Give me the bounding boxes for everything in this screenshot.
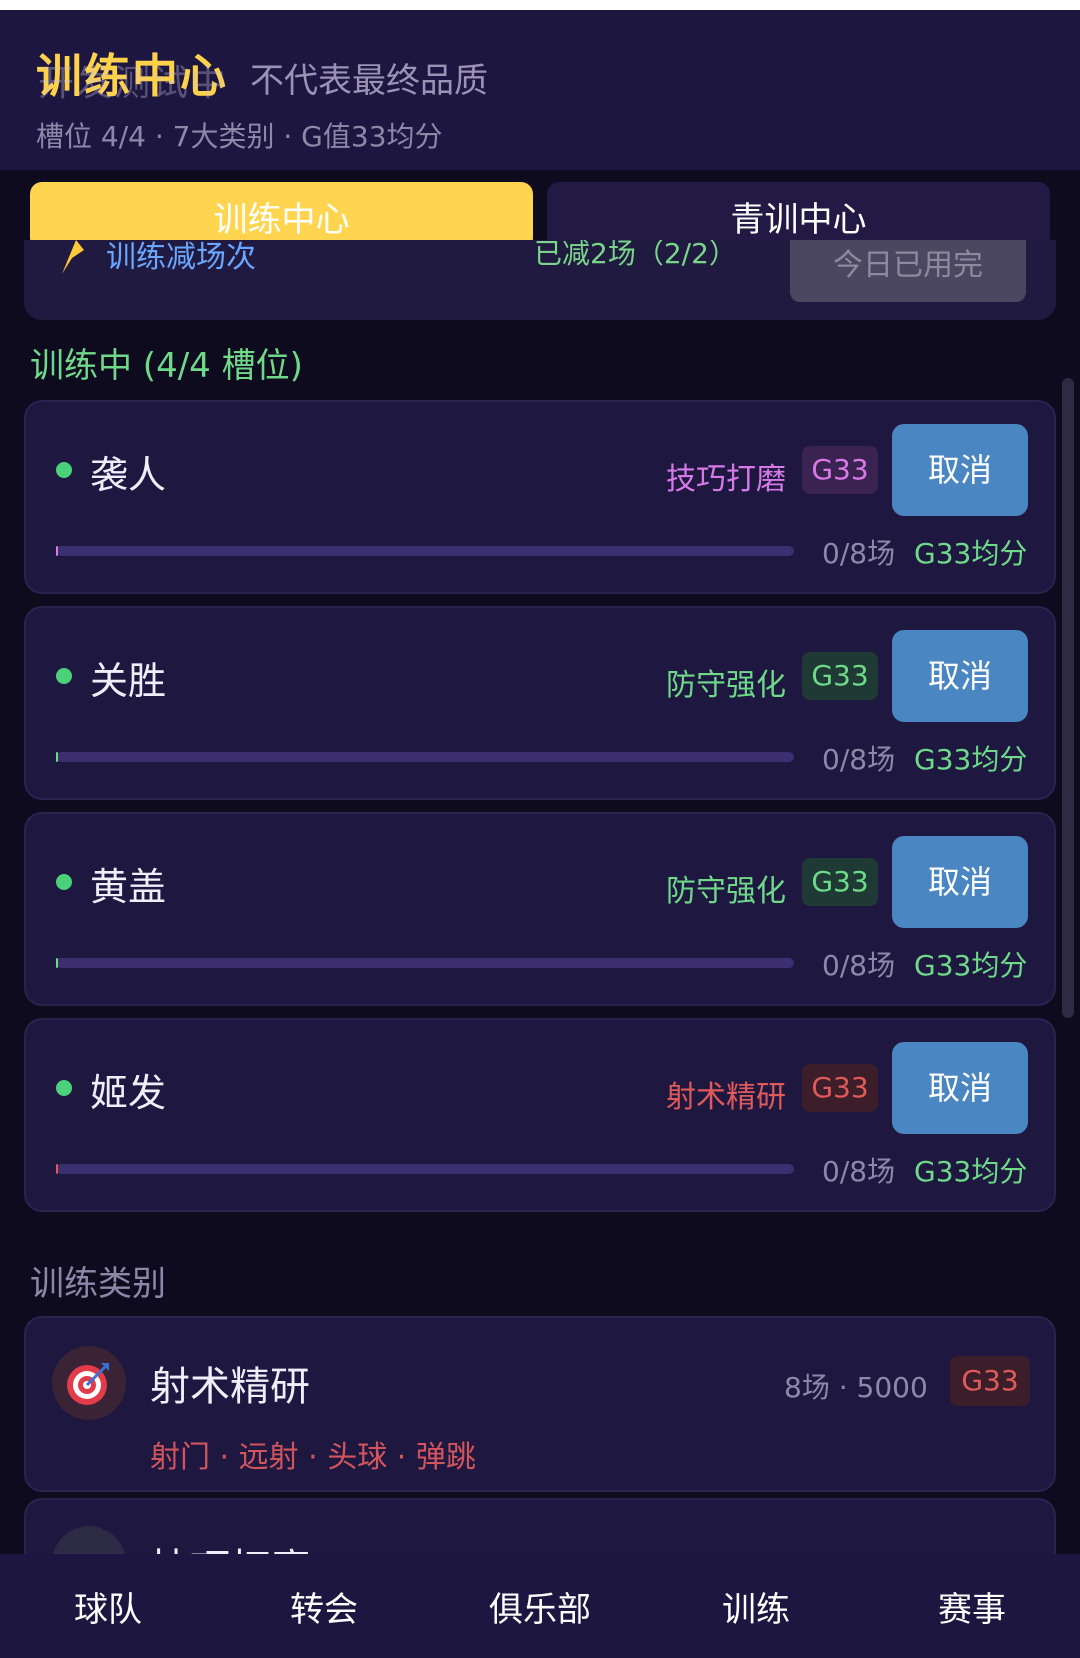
training-slot: 姬发 射术精研 G33 取消 0/8场 G33均分 xyxy=(24,1018,1056,1212)
progress-bar xyxy=(56,958,794,968)
active-dot xyxy=(56,1080,72,1096)
g-average: G33均分 xyxy=(914,537,1028,570)
cancel-button[interactable]: 取消 xyxy=(892,424,1028,516)
session-count: 0/8场 xyxy=(822,949,896,982)
player-name: 关胜 xyxy=(90,659,167,703)
dev-watermark: 开发测试中 xyxy=(38,63,229,104)
scrollbar[interactable] xyxy=(1062,378,1074,1018)
g-average: G33均分 xyxy=(914,949,1028,982)
lightning-icon xyxy=(62,240,84,274)
cancel-button[interactable]: 取消 xyxy=(892,630,1028,722)
category-name: 射术精研 xyxy=(150,1364,310,1410)
speedup-button[interactable]: 今日已用完 xyxy=(790,240,1026,302)
header-meta: 槽位 4/4 · 7大类别 · G值33均分 xyxy=(36,120,443,153)
training-slot: 黄盖 防守强化 G33 取消 0/8场 G33均分 xyxy=(24,812,1056,1006)
training-category: 防守强化 xyxy=(666,874,786,909)
category-skills: 射门 · 远射 · 头球 · 弹跳 xyxy=(150,1440,476,1475)
speedup-card: 训练减场次 已减2场（2/2） 今日已用完 xyxy=(24,240,1056,320)
training-slot: 袭人 技巧打磨 G33 取消 0/8场 G33均分 xyxy=(24,400,1056,594)
bottom-nav: 球队 转会 俱乐部 训练 赛事 xyxy=(0,1554,1080,1658)
nav-team[interactable]: 球队 xyxy=(0,1582,216,1631)
player-name: 袭人 xyxy=(90,453,167,497)
progress-bar xyxy=(56,752,794,762)
active-dot xyxy=(56,668,72,684)
progress-bar xyxy=(56,546,794,556)
g-badge: G33 xyxy=(802,858,878,906)
categories-section-title: 训练类别 xyxy=(30,1264,166,1304)
page-header: 训练中心 开发测试中 不代表最终品质 槽位 4/4 · 7大类别 · G值33均… xyxy=(0,10,1080,170)
status-strip xyxy=(0,0,1080,10)
speedup-status: 已减2场（2/2） xyxy=(534,240,737,270)
training-slot: 关胜 防守强化 G33 取消 0/8场 G33均分 xyxy=(24,606,1056,800)
nav-club[interactable]: 俱乐部 xyxy=(432,1582,648,1631)
active-dot xyxy=(56,874,72,890)
active-dot xyxy=(56,462,72,478)
g-badge: G33 xyxy=(802,1064,878,1112)
cancel-button[interactable]: 取消 xyxy=(892,836,1028,928)
speedup-label: 训练减场次 xyxy=(106,240,256,275)
player-name: 姬发 xyxy=(90,1071,167,1115)
category-meta: 8场 · 5000 xyxy=(784,1371,928,1404)
session-count: 0/8场 xyxy=(822,1155,896,1188)
target-icon xyxy=(52,1346,126,1420)
training-category: 防守强化 xyxy=(666,668,786,703)
progress-bar xyxy=(56,1164,794,1174)
g-average: G33均分 xyxy=(914,743,1028,776)
nav-training[interactable]: 训练 xyxy=(648,1582,864,1631)
session-count: 0/8场 xyxy=(822,743,896,776)
nav-matches[interactable]: 赛事 xyxy=(864,1582,1080,1631)
player-name: 黄盖 xyxy=(90,865,167,909)
nav-transfer[interactable]: 转会 xyxy=(216,1582,432,1631)
category-card-shooting[interactable]: 射术精研 8场 · 5000 G33 射门 · 远射 · 头球 · 弹跳 xyxy=(24,1316,1056,1492)
training-section-title: 训练中 (4/4 槽位) xyxy=(30,346,303,386)
training-category: 技巧打磨 xyxy=(666,462,786,497)
training-category: 射术精研 xyxy=(666,1080,786,1115)
g-badge: G33 xyxy=(950,1356,1030,1406)
cancel-button[interactable]: 取消 xyxy=(892,1042,1028,1134)
g-average: G33均分 xyxy=(914,1155,1028,1188)
g-badge: G33 xyxy=(802,652,878,700)
g-badge: G33 xyxy=(802,446,878,494)
page-subtitle: 不代表最终品质 xyxy=(250,61,488,101)
session-count: 0/8场 xyxy=(822,537,896,570)
